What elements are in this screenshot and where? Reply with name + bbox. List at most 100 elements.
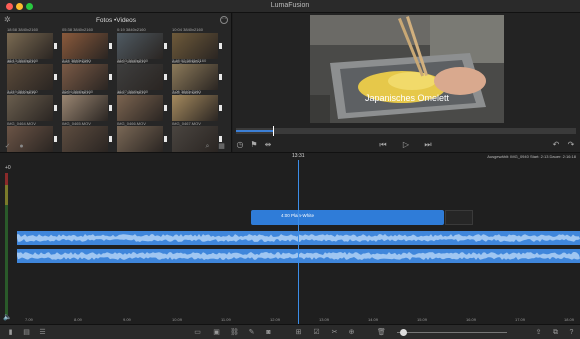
- ruler-label: 17.09: [515, 317, 526, 322]
- help-icon[interactable]: ?: [567, 328, 576, 337]
- selection-info: Ausgewählt: IMG_0940 Start: 2:13 Dauer: …: [487, 154, 576, 159]
- clip-meta: 2:14 3840x2160: [62, 58, 91, 63]
- select-check-icon[interactable]: ✓: [4, 143, 11, 150]
- clip-thumbnail[interactable]: [7, 64, 57, 90]
- speaker-icon[interactable]: 🔈: [3, 313, 12, 322]
- clip-handle: [219, 105, 222, 111]
- redo-icon[interactable]: ↷: [566, 140, 576, 150]
- title-clip[interactable]: 4:00 Plain-White: [251, 210, 444, 225]
- library-source-title[interactable]: Fotos •Videos: [0, 17, 232, 24]
- clip-meta: 3:119 3840x2160: [7, 89, 38, 94]
- clip-meta: 16:27 3840x2160: [117, 89, 148, 94]
- clip-meta: 18:58 3840x2160: [7, 27, 38, 32]
- clip-placeholder[interactable]: [445, 210, 473, 225]
- meter-mid: [5, 185, 8, 205]
- more-options-icon[interactable]: ···: [220, 16, 228, 24]
- clip-handle: [54, 105, 57, 111]
- app-title: LumaFusion: [270, 2, 310, 9]
- clip-thumbnail[interactable]: [62, 64, 112, 90]
- add-icon[interactable]: ⊕: [347, 328, 356, 337]
- camera-icon[interactable]: ◙: [264, 328, 273, 337]
- scrubber-fill: [236, 130, 274, 132]
- video-title-overlay: Japanisches Omelett: [364, 93, 450, 103]
- ruler-label: 15.09: [417, 317, 428, 322]
- media-library-panel: ✲ Fotos •Videos ··· 18:58 3840x2160 IMG_0…: [0, 13, 232, 152]
- ruler-label: 10.09: [172, 317, 183, 322]
- link-icon[interactable]: ⛓: [230, 328, 239, 337]
- clip-handle: [109, 74, 112, 80]
- clip-thumbnail[interactable]: [62, 95, 112, 121]
- library-header: ✲ Fotos •Videos ···: [0, 13, 232, 27]
- ruler-label: 8.09: [74, 317, 82, 322]
- clip-thumbnail[interactable]: [172, 33, 222, 59]
- clip-thumbnail[interactable]: [117, 33, 167, 59]
- skip-back-icon[interactable]: ⏮: [378, 140, 388, 150]
- clip-thumbnail[interactable]: [172, 64, 222, 90]
- video-frame[interactable]: Japanisches Omelett: [310, 15, 504, 123]
- storyboard-icon[interactable]: ▣: [212, 328, 221, 337]
- list-icon[interactable]: ☰: [38, 328, 47, 337]
- timeline-playhead[interactable]: [298, 160, 299, 325]
- ruler-label: 12.09: [270, 317, 281, 322]
- clip-meta: 05:38 3840x2160: [62, 27, 93, 32]
- scrubber-playhead[interactable]: [273, 126, 275, 136]
- clip-handle: [109, 105, 112, 111]
- meter-label: +0: [5, 165, 11, 171]
- view-grid-icon[interactable]: ▦: [218, 143, 225, 150]
- skip-forward-icon[interactable]: ⏭: [423, 140, 433, 150]
- clip-meta: 20:04 3840x2160: [62, 89, 93, 94]
- clip-thumbnail[interactable]: [62, 33, 112, 59]
- ruler-label: 18.09: [564, 317, 575, 322]
- undo-icon[interactable]: ↶: [551, 140, 561, 150]
- library-footer: ✓ ● ⌕ ▦: [0, 141, 232, 152]
- clip-thumbnail[interactable]: [172, 95, 222, 121]
- export-icon[interactable]: ⇪: [534, 328, 543, 337]
- edit-pencil-icon[interactable]: ✎: [247, 328, 256, 337]
- clip-thumbnail[interactable]: [117, 64, 167, 90]
- ruler-label: 14.09: [368, 317, 379, 322]
- scissors-icon[interactable]: ✂: [330, 328, 339, 337]
- clip-thumbnail[interactable]: [7, 33, 57, 59]
- share-icon[interactable]: ⧉: [551, 328, 560, 337]
- window-titlebar: LumaFusion: [0, 0, 580, 13]
- clip-meta: 28:03 3840x2160: [117, 58, 148, 63]
- ruler-label: 16.09: [466, 317, 477, 322]
- clip-thumbnail[interactable]: [117, 95, 167, 121]
- clock-icon[interactable]: ◷: [235, 140, 245, 150]
- record-dot-icon[interactable]: ●: [18, 143, 25, 150]
- split-icon[interactable]: ⇹: [263, 140, 273, 150]
- search-icon[interactable]: ⌕: [204, 143, 211, 150]
- video-frame-image: [310, 15, 504, 123]
- clip-handle: [219, 74, 222, 80]
- clip-meta: 0:19 3840x2160: [117, 27, 146, 32]
- audio-levels-icon[interactable]: ▮: [6, 328, 15, 337]
- ruler-label: 7.09: [25, 317, 33, 322]
- clip-handle: [109, 43, 112, 49]
- timeline-panel: +0 Ausgewählt: IMG_0940 Start: 2:13 Daue…: [0, 152, 580, 325]
- timeline-zoom-slider[interactable]: [397, 329, 507, 336]
- meter-low: [5, 205, 8, 315]
- clip-handle: [54, 43, 57, 49]
- clip-thumbnail[interactable]: [7, 95, 57, 121]
- play-icon[interactable]: ▷: [401, 140, 411, 150]
- preview-viewer: Japanisches Omelett ◷ ⚑ ⇹ ⏮ ▷ ⏭ ↶ ↷: [233, 13, 580, 152]
- clip-handle: [54, 74, 57, 80]
- mixer-icon[interactable]: ⊞: [294, 328, 303, 337]
- clip-meta: [62, 120, 112, 125]
- clip-handle: [164, 74, 167, 80]
- audio-meter: +0: [3, 165, 13, 315]
- zoom-slider-knob[interactable]: [399, 329, 407, 336]
- viewer-scrubber[interactable]: [236, 126, 576, 136]
- ruler-label: 11.09: [221, 317, 231, 322]
- marker-icon[interactable]: ⚑: [249, 140, 259, 150]
- layout-icon[interactable]: ▤: [22, 328, 31, 337]
- clip-meta: 7:06 3840x2160: [172, 89, 201, 94]
- clip-handle: [164, 105, 167, 111]
- check-icon[interactable]: ☑: [312, 328, 321, 337]
- trash-icon[interactable]: 🗑: [377, 328, 386, 337]
- meter-peak: [5, 173, 8, 185]
- clip-meta: 16:13 3840x2160: [7, 58, 38, 63]
- clip-meta: 2:48:02 3840x2160: [172, 58, 207, 63]
- titler-icon[interactable]: ▭: [193, 328, 202, 337]
- clip-meta: [172, 120, 222, 125]
